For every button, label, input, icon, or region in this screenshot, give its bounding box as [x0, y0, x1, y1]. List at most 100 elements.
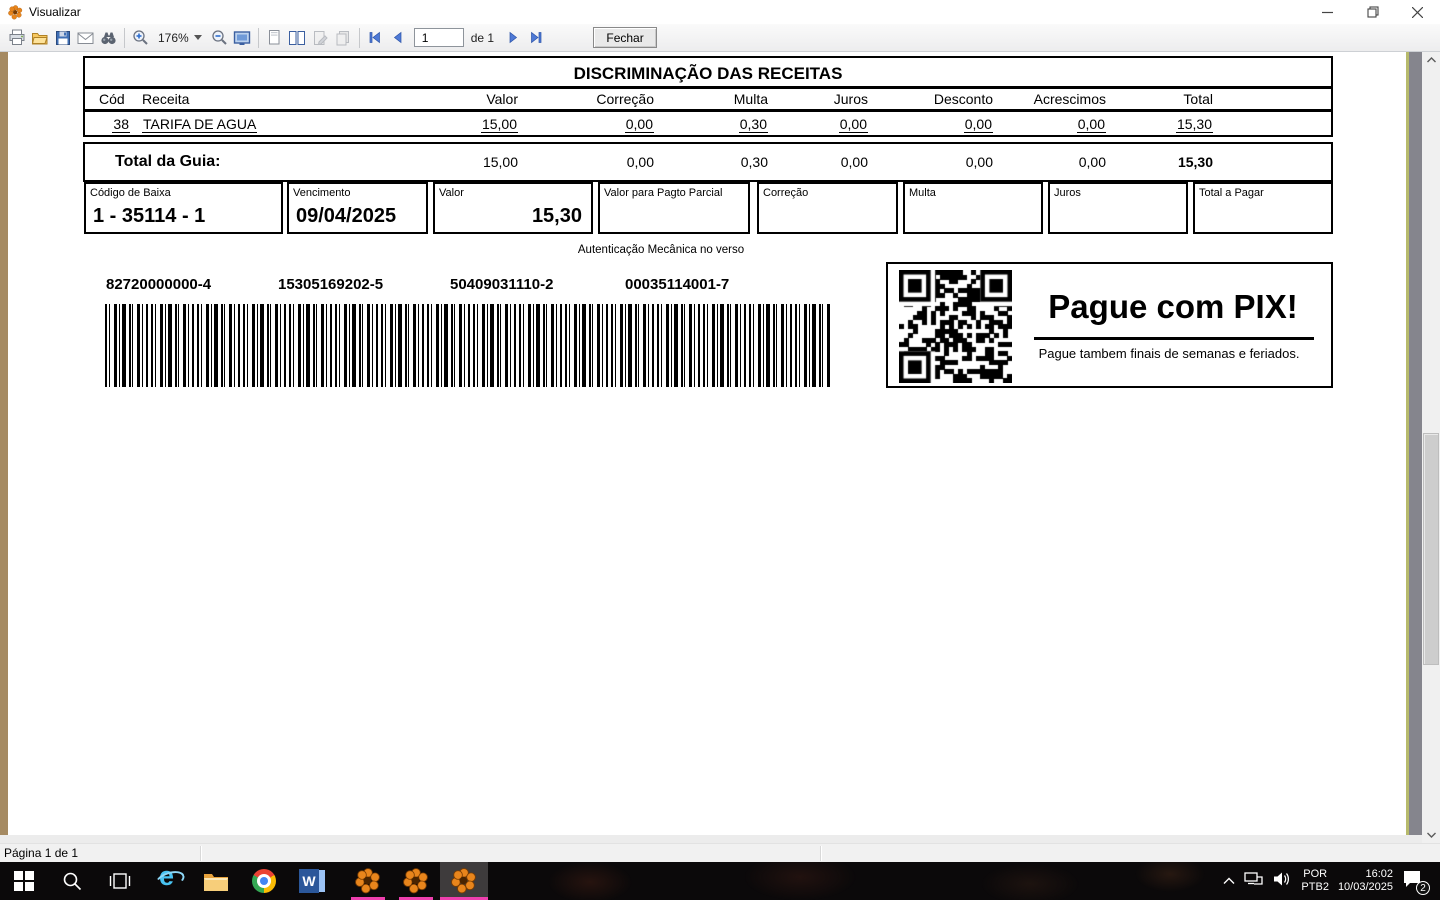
zoom-in-icon[interactable]: [129, 26, 152, 49]
page-number-input[interactable]: [414, 28, 464, 47]
nav-prev-icon[interactable]: [387, 26, 410, 49]
facing-pages-icon[interactable]: [286, 26, 309, 49]
language-indicator[interactable]: POR PTB2: [1301, 868, 1329, 894]
total-acrescimos: 0,00: [993, 154, 1106, 170]
title-bar: Visualizar: [0, 0, 1440, 24]
restore-button[interactable]: [1350, 0, 1395, 24]
nav-first-icon[interactable]: [364, 26, 387, 49]
barcode-field-4: 00035114001-7: [625, 276, 729, 293]
field-multa: Multa: [903, 182, 1043, 234]
toolbar-separator: [124, 28, 125, 48]
toolbar-separator: [359, 28, 360, 48]
field-value: 09/04/2025: [296, 205, 396, 228]
app-window: Visualizar: [0, 0, 1440, 900]
word-icon[interactable]: W: [288, 862, 336, 900]
scroll-down-icon[interactable]: [1422, 827, 1440, 843]
field-total-a-pagar: Total a Pagar: [1193, 182, 1333, 234]
total-correcao: 0,00: [518, 154, 654, 170]
page-single-icon[interactable]: [263, 26, 286, 49]
zoom-level-value: 176%: [158, 31, 189, 45]
column-header-multa: Multa: [654, 91, 768, 107]
pix-title: Pague com PIX!: [1021, 288, 1325, 326]
zoom-level-combo[interactable]: 176%: [152, 31, 208, 45]
app-flower-taskbar-1[interactable]: [344, 862, 392, 900]
save-icon[interactable]: [51, 26, 74, 49]
scrollbar-thumb[interactable]: [1423, 433, 1439, 665]
print-preview-area: DISCRIMINAÇÃO DAS RECEITAS Cód Receita V…: [0, 52, 1440, 843]
guide-total-row: Total da Guia: 15,00 0,00 0,30 0,00 0,00…: [83, 142, 1333, 182]
tray-date: 10/03/2025: [1338, 881, 1393, 893]
volume-icon[interactable]: [1273, 871, 1292, 892]
barcode-image: [105, 304, 830, 387]
language-code: POR: [1303, 868, 1327, 880]
cell-desconto: 0,00: [964, 116, 993, 133]
field-valor: Valor 15,30: [433, 182, 593, 234]
page-total-label: de 1: [471, 31, 494, 45]
receipts-table-header: Cód Receita Valor Correção Multa Juros D…: [85, 89, 1331, 112]
print-icon[interactable]: [5, 26, 28, 49]
minimize-button[interactable]: [1305, 0, 1350, 24]
app-flower-taskbar-active[interactable]: [440, 862, 488, 900]
field-label: Valor: [439, 187, 464, 199]
task-view-icon[interactable]: [96, 862, 144, 900]
action-center-icon[interactable]: 2: [1402, 869, 1428, 893]
close-button[interactable]: [1395, 0, 1440, 24]
page-status: Página 1 de 1: [0, 846, 78, 860]
email-icon[interactable]: [74, 26, 97, 49]
column-header-valor: Valor: [425, 91, 518, 107]
notification-badge: 2: [1416, 881, 1430, 895]
scroll-up-icon[interactable]: [1422, 52, 1440, 68]
find-icon[interactable]: [97, 26, 120, 49]
cell-juros: 0,00: [839, 116, 868, 133]
page-right-shadow-gray: [1409, 52, 1422, 835]
zoom-out-icon[interactable]: [208, 26, 231, 49]
cell-cod: 38: [112, 116, 130, 133]
cell-acrescimos: 0,00: [1077, 116, 1106, 133]
status-separator: [820, 846, 821, 861]
page-copy-icon[interactable]: [332, 26, 355, 49]
total-desconto: 0,00: [868, 154, 993, 170]
vertical-scrollbar[interactable]: [1422, 52, 1440, 843]
toolbar: 176% de 1: [0, 24, 1440, 52]
total-total: 15,30: [1106, 154, 1213, 170]
cell-multa: 0,30: [739, 116, 768, 133]
pix-subtitle: Pague tambem finais de semanas e feriado…: [1013, 346, 1325, 361]
field-valor-pagto-parcial: Valor para Pagto Parcial: [598, 182, 750, 234]
nav-next-icon[interactable]: [501, 26, 524, 49]
column-header-total: Total: [1106, 91, 1213, 107]
column-header-juros: Juros: [768, 91, 868, 107]
column-header-correcao: Correção: [518, 91, 654, 107]
internet-explorer-icon[interactable]: [144, 862, 192, 900]
field-codigo-de-baixa: Código de Baixa 1 - 35114 - 1: [84, 182, 283, 234]
nav-last-icon[interactable]: [524, 26, 547, 49]
taskbar: W POR PTB2: [0, 862, 1440, 900]
barcode-field-3: 50409031110-2: [450, 276, 553, 293]
tray-chevron-up-icon[interactable]: [1223, 872, 1235, 890]
status-bar: Página 1 de 1: [0, 843, 1440, 862]
fechar-close-preview-button[interactable]: Fechar: [593, 27, 657, 48]
taskbar-search-icon[interactable]: [48, 862, 96, 900]
column-header-cod: Cód: [85, 91, 135, 107]
page-edit-icon[interactable]: [309, 26, 332, 49]
barcode-field-2: 15305169202-5: [278, 276, 383, 293]
cell-valor: 15,00: [481, 116, 518, 133]
keyboard-layout: PTB2: [1301, 881, 1329, 893]
taskbar-wallpaper-texture: [470, 862, 1230, 900]
open-icon[interactable]: [28, 26, 51, 49]
app-flower-taskbar-2[interactable]: [392, 862, 440, 900]
file-explorer-icon[interactable]: [192, 862, 240, 900]
network-icon[interactable]: [1244, 871, 1264, 892]
pix-qr-code: [899, 270, 1012, 383]
start-button[interactable]: [0, 862, 48, 900]
system-tray: POR PTB2 16:02 10/03/2025 2: [1223, 862, 1440, 900]
column-header-acrescimos: Acrescimos: [993, 91, 1106, 107]
field-label: Vencimento: [293, 187, 350, 199]
field-label: Juros: [1054, 187, 1081, 199]
chrome-icon[interactable]: [240, 862, 288, 900]
column-header-receita: Receita: [135, 91, 425, 107]
clock[interactable]: 16:02 10/03/2025: [1338, 868, 1393, 894]
column-header-desconto: Desconto: [868, 91, 993, 107]
fit-page-icon[interactable]: [231, 26, 254, 49]
table-row: 38 TARIFA DE AGUA 15,00 0,00 0,30 0,00 0…: [85, 112, 1331, 135]
cell-correcao: 0,00: [625, 116, 654, 133]
